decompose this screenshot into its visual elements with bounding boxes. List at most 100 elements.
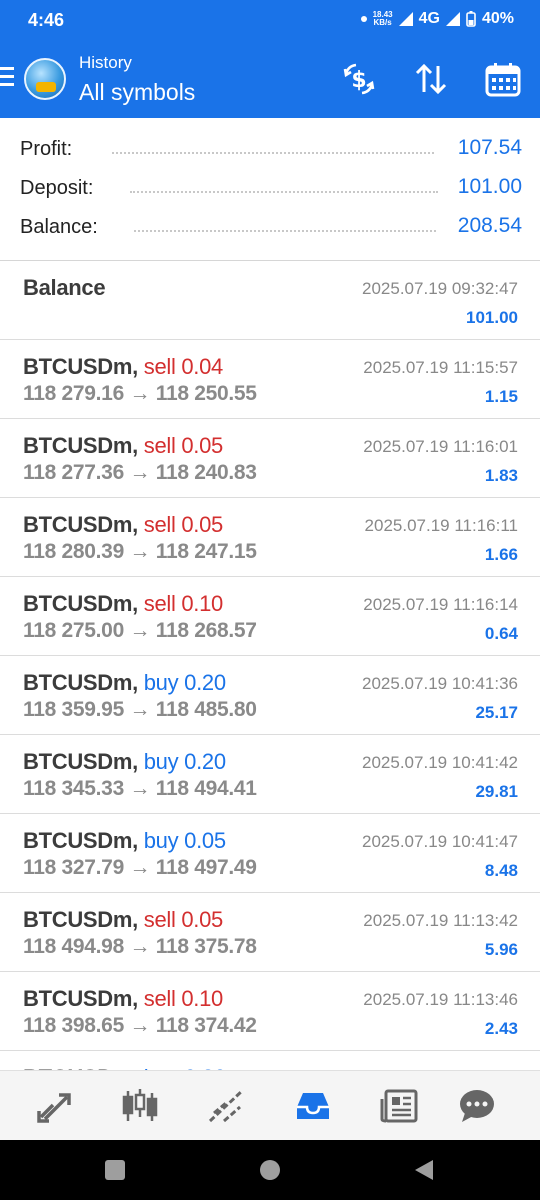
menu-icon[interactable] [0, 67, 18, 89]
leader-dots [112, 152, 434, 154]
trade-prices: 118 494.98 → 118 375.78 [23, 935, 257, 959]
history-icon[interactable] [293, 1087, 333, 1125]
close-price: 118 250.55 [155, 382, 257, 405]
page-subtitle: History [79, 53, 132, 72]
back-icon[interactable] [413, 1158, 435, 1182]
arrow-right-icon: → [123, 1014, 156, 1037]
trade-volume: 0.20 [184, 670, 226, 695]
open-price: 118 494.98 [23, 935, 124, 958]
battery-percent: 40% [481, 10, 514, 27]
trade-volume: 0.05 [181, 433, 223, 458]
home-icon[interactable] [259, 1159, 281, 1181]
news-icon[interactable] [380, 1087, 420, 1125]
trade-volume: 0.20 [184, 749, 226, 774]
trade-volume: 0.05 [184, 828, 226, 853]
trade-side: buy [143, 828, 179, 853]
trade-time: 2025.07.19 10:41:42 [362, 753, 518, 772]
chart-icon[interactable] [120, 1087, 160, 1125]
status-time: 4:46 [28, 10, 65, 30]
deposit-row: Deposit: 101.00 [20, 175, 522, 205]
trade-volume: 0.10 [181, 986, 223, 1011]
trade-row[interactable]: BTCUSDm, buy 0.202025.07.19 11:24:58 [0, 1051, 540, 1070]
arrow-right-icon: → [123, 856, 156, 879]
balance-row: Balance: 208.54 [20, 214, 522, 244]
quotes-icon[interactable] [35, 1087, 75, 1125]
trade-profit: 2.43 [484, 1019, 518, 1038]
trade-prices: 118 345.33 → 118 494.41 [23, 777, 257, 801]
net-speed-unit: KB/s [373, 18, 392, 27]
arrow-right-icon: → [123, 461, 156, 484]
balance-entry-amount: 101.00 [466, 308, 518, 327]
battery-icon [466, 11, 476, 27]
trade-time: 2025.07.19 11:13:42 [363, 911, 518, 930]
open-price: 118 327.79 [23, 856, 124, 879]
open-price: 118 277.36 [23, 461, 124, 484]
balance-label: Balance: [20, 216, 98, 238]
trade-profit: 8.48 [484, 861, 518, 880]
trade-row[interactable]: BTCUSDm, sell 0.10 118 275.00 → 118 268.5… [0, 577, 540, 656]
calendar-icon[interactable] [484, 60, 522, 98]
trade-prices: 118 279.16 → 118 250.55 [23, 382, 257, 406]
symbol-name: BTCUSDm, [23, 354, 138, 379]
symbol-name: BTCUSDm, [23, 986, 138, 1011]
trade-side: sell [143, 591, 176, 616]
trade-side: sell [143, 354, 176, 379]
status-indicators: 18.43 KB/s 4G 40% [360, 10, 514, 28]
trade-row[interactable]: BTCUSDm, sell 0.04 118 279.16 → 118 250.5… [0, 340, 540, 419]
trade-volume: 0.10 [181, 591, 223, 616]
trade-row[interactable]: BTCUSDm, buy 0.05 118 327.79 → 118 497.49… [0, 814, 540, 893]
leader-dots [134, 230, 436, 232]
account-summary: Profit: 107.54 Deposit: 101.00 Balance: … [0, 118, 540, 261]
trade-profit: 5.96 [484, 940, 518, 959]
trade-profit: 25.17 [475, 703, 518, 722]
recents-icon[interactable] [104, 1159, 126, 1181]
arrow-right-icon: → [123, 777, 156, 800]
trade-symbol: BTCUSDm, sell 0.10 [23, 591, 223, 617]
arrow-right-icon: → [123, 540, 156, 563]
notification-dot-icon [360, 16, 367, 22]
trade-symbol: BTCUSDm, sell 0.04 [23, 354, 223, 380]
trade-side: sell [143, 512, 176, 537]
trade-profit: 29.81 [475, 782, 518, 801]
balance-value: 208.54 [457, 214, 522, 237]
trade-time: 2025.07.19 10:41:47 [362, 832, 518, 851]
signal-icon [398, 12, 413, 26]
sort-icon[interactable] [412, 60, 450, 98]
trade-row[interactable]: BTCUSDm, buy 0.20 118 359.95 → 118 485.80… [0, 656, 540, 735]
bottom-nav [0, 1070, 540, 1140]
deposit-value: 101.00 [457, 175, 522, 198]
trade-prices: 118 359.95 → 118 485.80 [23, 698, 257, 722]
close-price: 118 485.80 [155, 698, 257, 721]
trade-row[interactable]: BTCUSDm, buy 0.20 118 345.33 → 118 494.41… [0, 735, 540, 814]
messages-icon[interactable] [457, 1087, 497, 1125]
currency-exchange-icon[interactable]: $ [340, 60, 378, 98]
trade-symbol: BTCUSDm, sell 0.05 [23, 512, 223, 538]
open-price: 118 398.65 [23, 1014, 124, 1037]
close-price: 118 497.49 [155, 856, 257, 879]
arrow-right-icon: → [123, 698, 156, 721]
page-title[interactable]: All symbols [79, 79, 195, 106]
history-list[interactable]: Balance 2025.07.19 09:32:47 101.00 BTCUS… [0, 261, 540, 1070]
trade-row[interactable]: BTCUSDm, sell 0.05 118 280.39 → 118 247.1… [0, 498, 540, 577]
open-price: 118 359.95 [23, 698, 124, 721]
trade-prices: 118 280.39 → 118 247.15 [23, 540, 257, 564]
trade-profit: 0.64 [484, 624, 518, 643]
trade-profit: 1.15 [484, 387, 518, 406]
trade-row[interactable]: BTCUSDm, sell 0.05 118 494.98 → 118 375.7… [0, 893, 540, 972]
symbol-name: BTCUSDm, [23, 670, 138, 695]
trade-row[interactable]: BTCUSDm, sell 0.05 118 277.36 → 118 240.8… [0, 419, 540, 498]
arrow-right-icon: → [123, 935, 156, 958]
trade-symbol: BTCUSDm, sell 0.05 [23, 907, 223, 933]
balance-entry-row[interactable]: Balance 2025.07.19 09:32:47 101.00 [0, 261, 540, 340]
leader-dots [130, 191, 438, 193]
close-price: 118 494.41 [155, 777, 257, 800]
arrow-right-icon: → [123, 619, 156, 642]
trade-side: buy [143, 670, 179, 695]
trade-profit: 1.66 [484, 545, 518, 564]
trade-time: 2025.07.19 11:13:46 [363, 990, 518, 1009]
close-price: 118 240.83 [155, 461, 257, 484]
trade-icon[interactable] [206, 1087, 246, 1125]
app-logo-icon[interactable] [24, 58, 66, 100]
trade-volume: 0.04 [181, 354, 223, 379]
trade-row[interactable]: BTCUSDm, sell 0.10 118 398.65 → 118 374.4… [0, 972, 540, 1051]
